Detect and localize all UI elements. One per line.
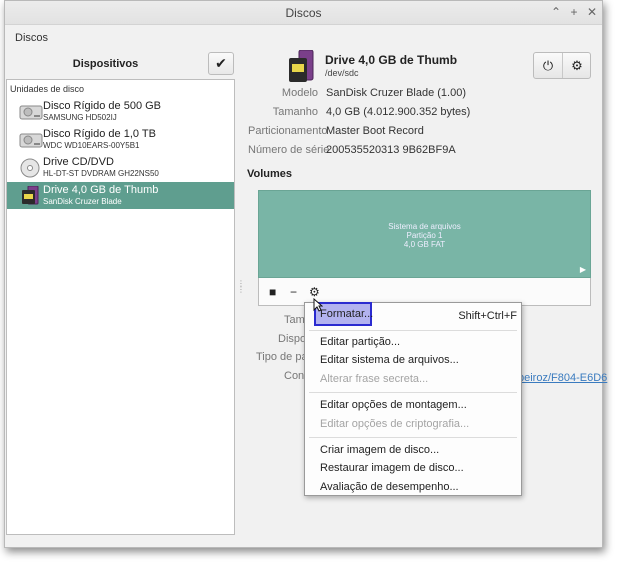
volume-label-partition-type-partial: Tipo de par bbox=[256, 351, 312, 363]
gears-icon: ⚙ bbox=[309, 285, 320, 299]
menu-item-edit-encryption-options: Editar opções de criptografia... bbox=[320, 418, 470, 430]
usb-drive-icon bbox=[22, 186, 39, 205]
prop-label-serial: Número de série bbox=[248, 144, 330, 156]
menu-separator bbox=[309, 437, 517, 438]
partition-options-button[interactable]: ⚙ bbox=[309, 285, 320, 299]
device-item-hdd-1tb[interactable]: Disco Rígido de 1,0 TB WDC WD10EARS-00Y5… bbox=[7, 126, 234, 153]
close-icon[interactable]: ✕ bbox=[584, 4, 600, 20]
menu-item-create-disk-image[interactable]: Criar imagem de disco... bbox=[320, 444, 439, 456]
drive-action-buttons: ⏻ ⚙ bbox=[533, 52, 591, 79]
maximize-icon[interactable]: + bbox=[566, 4, 582, 20]
device-model: WDC WD10EARS-00Y5B1 bbox=[43, 141, 140, 150]
delete-partition-button[interactable]: − bbox=[290, 285, 297, 299]
menu-item-restore-disk-image[interactable]: Restaurar imagem de disco... bbox=[320, 462, 464, 474]
hard-disk-icon bbox=[19, 105, 43, 120]
menu-bar: Discos bbox=[5, 25, 602, 51]
minimize-icon[interactable]: ⌃ bbox=[548, 4, 564, 20]
menu-item-edit-mount-options[interactable]: Editar opções de montagem... bbox=[320, 399, 467, 411]
mouse-pointer-icon bbox=[313, 298, 323, 312]
prop-label-partitioning: Particionamento bbox=[248, 125, 328, 137]
power-off-button[interactable]: ⏻ bbox=[534, 53, 562, 78]
device-model: HL-DT-ST DVDRAM GH22NS50 bbox=[43, 169, 159, 178]
menu-separator bbox=[309, 330, 517, 331]
device-item-cd-dvd[interactable]: Drive CD/DVD HL-DT-ST DVDRAM GH22NS50 bbox=[7, 154, 234, 181]
device-model: SAMSUNG HD502IJ bbox=[43, 113, 117, 122]
partition-type: Sistema de arquivos bbox=[388, 222, 461, 231]
prop-value-partitioning: Master Boot Record bbox=[326, 125, 424, 137]
menu-item-edit-partition[interactable]: Editar partição... bbox=[320, 336, 400, 348]
prop-value-size: 4,0 GB (4.012.900.352 bytes) bbox=[326, 106, 471, 118]
pane-resize-handle[interactable]: ⋮ ⋮ bbox=[237, 280, 245, 301]
title-bar[interactable]: Discos ⌃ + ✕ bbox=[5, 1, 602, 25]
optical-disc-icon bbox=[20, 158, 40, 178]
partition-context-menu: Shift+Ctrl+F Editar partição... Editar s… bbox=[304, 302, 522, 496]
device-name: Disco Rígido de 500 GB bbox=[43, 100, 162, 112]
select-mode-button[interactable]: ✔ bbox=[208, 52, 234, 75]
section-disk-drives: Unidades de disco bbox=[10, 84, 85, 94]
partition-name: Partição 1 bbox=[406, 231, 443, 240]
devices-title: Dispositivos bbox=[72, 58, 139, 70]
device-name: Drive 4,0 GB de Thumb bbox=[43, 184, 159, 196]
device-item-thumb-drive[interactable]: Drive 4,0 GB de Thumb SanDisk Cruzer Bla… bbox=[7, 182, 234, 209]
prop-value-serial: 200535520313 9B62BF9A bbox=[326, 144, 456, 156]
drive-options-button[interactable]: ⚙ bbox=[563, 53, 591, 78]
menu-item-edit-filesystem[interactable]: Editar sistema de arquivos... bbox=[320, 354, 459, 366]
format-shortcut: Shift+Ctrl+F bbox=[458, 310, 517, 322]
device-model: SanDisk Cruzer Blade bbox=[43, 197, 122, 206]
window-title: Discos bbox=[285, 6, 322, 20]
menu-separator bbox=[309, 392, 517, 393]
device-name: Disco Rígido de 1,0 TB bbox=[43, 128, 156, 140]
prop-value-model: SanDisk Cruzer Blade (1.00) bbox=[326, 87, 467, 99]
device-name: Drive CD/DVD bbox=[43, 156, 114, 168]
device-item-hdd-500[interactable]: Disco Rígido de 500 GB SAMSUNG HD502IJ bbox=[7, 98, 234, 125]
volume-label-size-partial: Tam bbox=[284, 314, 305, 326]
devices-header: Dispositivos ✔ bbox=[6, 52, 235, 76]
hard-disk-icon bbox=[19, 133, 43, 148]
partition-size: 4,0 GB FAT bbox=[403, 240, 446, 249]
drive-device-path: /dev/sdc bbox=[325, 68, 359, 78]
prop-label-model: Modelo bbox=[281, 87, 318, 99]
menu-item-benchmark[interactable]: Avaliação de desempenho... bbox=[320, 481, 459, 493]
prop-label-size: Tamanho bbox=[272, 106, 318, 118]
partition-block[interactable]: Sistema de arquivos Partição 1 4,0 GB FA… bbox=[258, 190, 591, 278]
minus-icon: − bbox=[290, 285, 298, 299]
mount-point-link[interactable]: peiroz/F804-E6D6 bbox=[518, 372, 607, 384]
gear-icon: ⚙ bbox=[571, 58, 583, 73]
drive-title: Drive 4,0 GB de Thumb bbox=[325, 53, 458, 67]
unmount-button[interactable]: ■ bbox=[269, 285, 276, 299]
menu-item-change-passphrase: Alterar frase secreta... bbox=[320, 373, 429, 385]
stop-icon: ■ bbox=[269, 285, 277, 299]
power-icon: ⏻ bbox=[542, 58, 554, 73]
device-list: Unidades de disco Disco Rígido de 500 GB… bbox=[6, 79, 235, 535]
play-icon: ▶ bbox=[579, 265, 586, 274]
usb-drive-icon bbox=[289, 50, 314, 82]
check-icon: ✔ bbox=[215, 55, 227, 71]
volumes-title: Volumes bbox=[247, 168, 293, 180]
menu-discos[interactable]: Discos bbox=[15, 32, 48, 44]
menu-item-format-label: Formatar... bbox=[320, 308, 374, 320]
